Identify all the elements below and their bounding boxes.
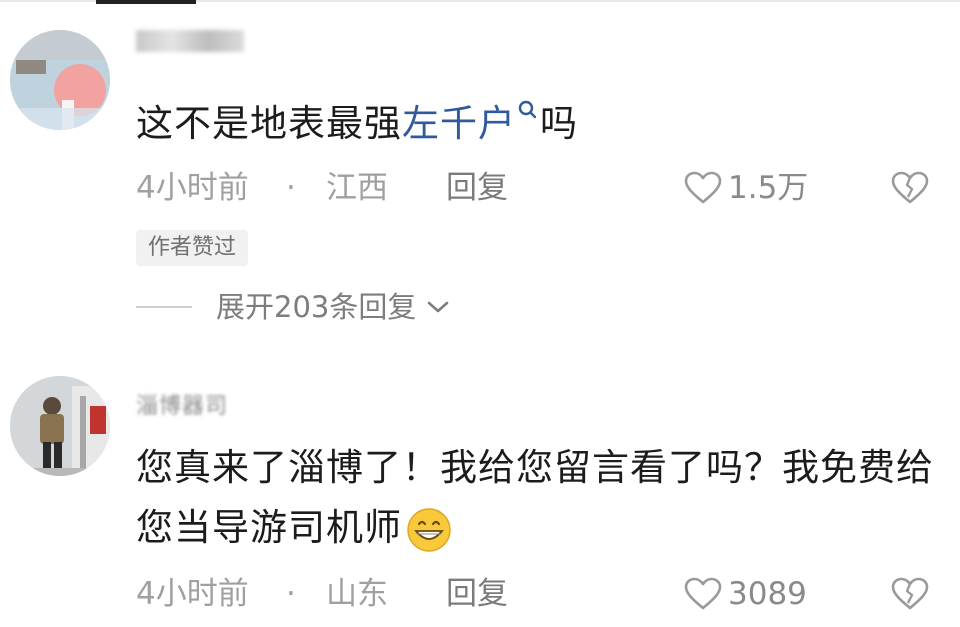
username-partial: 淄博器司 (136, 394, 229, 419)
comment-meta: 4小时前 · 江西 回复 1.5万 (136, 166, 936, 210)
comment-text-part: 吗 (540, 102, 578, 145)
broken-heart-icon (891, 171, 929, 204)
username-blurred (136, 30, 244, 52)
heart-outline-icon (684, 171, 722, 204)
reply-button[interactable]: 回复 (446, 572, 508, 616)
dislike-button[interactable] (891, 577, 929, 623)
like-button[interactable]: 1.5万 (684, 166, 808, 210)
like-count: 1.5万 (728, 170, 809, 206)
username[interactable]: 淄博器司 (136, 388, 228, 420)
separator-dot: · (286, 576, 296, 612)
like-button[interactable]: 3089 (684, 572, 807, 616)
grinning-face-icon (407, 507, 451, 552)
search-icon[interactable] (518, 100, 538, 122)
avatar[interactable] (10, 30, 110, 130)
comment-text-part: 这不是地表最强 (136, 102, 402, 145)
avatar[interactable] (10, 376, 110, 476)
search-link[interactable]: 左千户 (402, 102, 516, 145)
timestamp: 4小时前 (136, 170, 249, 206)
broken-heart-icon (891, 577, 929, 610)
separator-dot: · (286, 170, 296, 206)
timestamp: 4小时前 (136, 576, 249, 612)
expand-divider (136, 306, 192, 308)
comment-item: 淄博器司 您真来了淄博了！我给您留言看了吗？我免费给您当导游司机师 4小时前 ·… (0, 358, 960, 627)
comment-text-part: 您真来了淄博了！我给您留言看了吗？我免费给您当导游司机师 (136, 446, 934, 549)
comment-item: 这不是地表最强左千户吗 4小时前 · 江西 回复 1.5万 作者赞过 展开203… (0, 0, 960, 350)
avatar-image (10, 30, 110, 130)
dislike-button[interactable] (891, 171, 929, 217)
location: 江西 (326, 170, 388, 206)
location: 山东 (326, 576, 388, 612)
author-liked-badge: 作者赞过 (136, 230, 249, 266)
expand-replies-button[interactable]: 展开203条回复 (136, 285, 450, 329)
like-count: 3089 (728, 576, 807, 612)
avatar-image (10, 376, 110, 476)
comment-text: 这不是地表最强左千户吗 (136, 94, 578, 154)
reply-button[interactable]: 回复 (446, 166, 508, 210)
heart-outline-icon (684, 577, 722, 610)
comment-meta: 4小时前 · 山东 回复 3089 (136, 572, 936, 616)
comment-text: 您真来了淄博了！我给您留言看了吗？我免费给您当导游司机师 (136, 438, 936, 558)
username[interactable] (136, 30, 244, 58)
expand-label: 展开203条回复 (216, 290, 417, 324)
chevron-down-icon (428, 301, 449, 313)
